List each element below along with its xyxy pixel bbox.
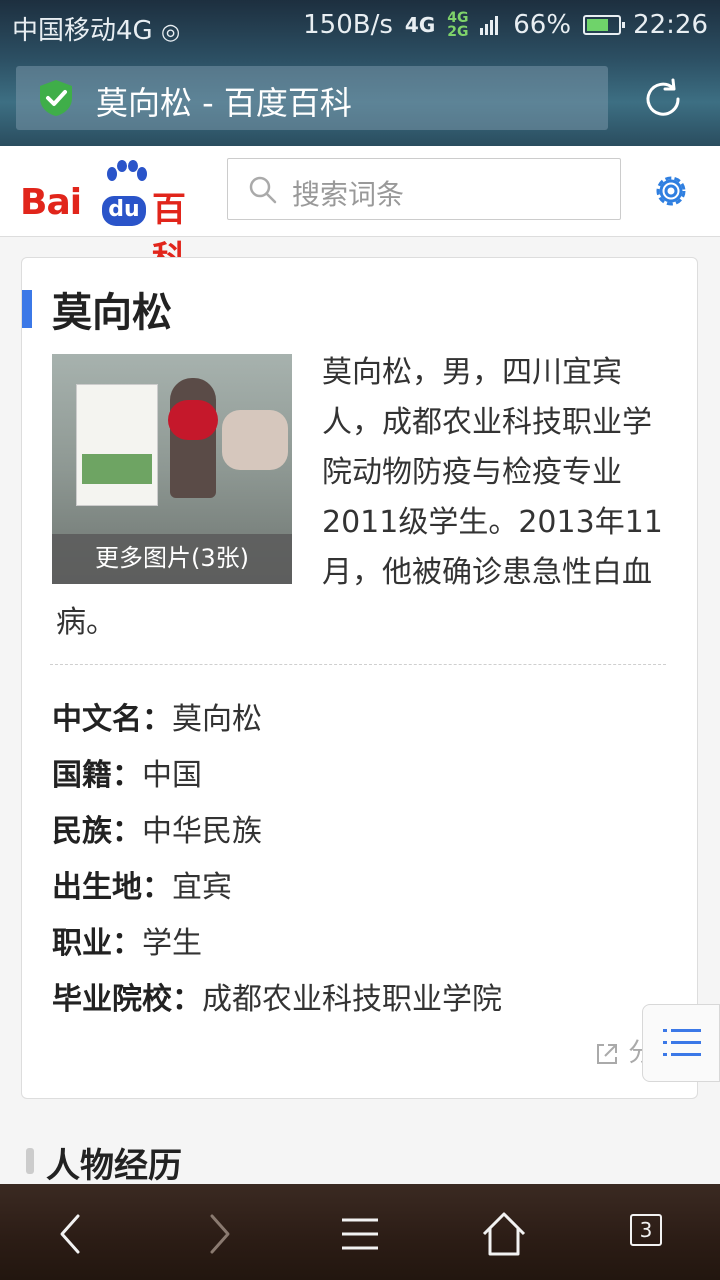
info-value: 中国 xyxy=(142,758,202,793)
info-value: 学生 xyxy=(142,926,202,961)
status-bar: 中国移动4G ◎ 150B/s 4G 4G 2G 66% 22:26 xyxy=(0,0,720,52)
logo-bai-text: Bai xyxy=(20,182,82,223)
table-of-contents-button[interactable] xyxy=(642,1004,720,1082)
forward-icon[interactable] xyxy=(190,1206,246,1262)
info-value: 中华民族 xyxy=(142,814,262,849)
section-bar xyxy=(26,1148,34,1174)
info-key: 毕业院校： xyxy=(52,982,202,1017)
home-icon[interactable] xyxy=(476,1206,532,1262)
summary-card: 莫向松 莫向松，男，四川宜宾人，成都农业科技职业学院动物防疫与检疫专业2011级… xyxy=(21,257,698,1099)
info-row: 出生地：宜宾 xyxy=(52,862,672,918)
more-images-link[interactable]: 更多图片(3张) xyxy=(52,534,292,584)
battery-icon xyxy=(583,15,626,35)
back-icon[interactable] xyxy=(44,1206,100,1262)
page-title: 莫向松 - 百度百科 xyxy=(96,84,352,122)
article-photo[interactable]: 更多图片(3张) xyxy=(52,354,292,584)
share-icon xyxy=(597,1043,617,1064)
info-row: 中文名：莫向松 xyxy=(52,694,672,750)
browser-top-area: 中国移动4G ◎ 150B/s 4G 4G 2G 66% 22:26 莫向松 -… xyxy=(0,0,720,146)
info-row: 民族：中华民族 xyxy=(52,806,672,862)
info-value: 莫向松 xyxy=(172,702,262,737)
list-icon xyxy=(663,1029,701,1056)
carrier-label: 中国移动4G ◎ xyxy=(12,10,180,47)
info-row: 职业：学生 xyxy=(52,918,672,974)
network-sub-label: 4G 2G xyxy=(447,10,469,40)
search-icon xyxy=(249,176,277,204)
paw-icon xyxy=(107,160,147,181)
browser-toolbar: 3 xyxy=(0,1184,720,1280)
secure-shield-icon xyxy=(40,80,72,116)
tabs-button[interactable]: 3 xyxy=(630,1214,662,1246)
search-input[interactable]: 搜索词条 xyxy=(227,158,621,220)
info-key: 职业： xyxy=(52,926,142,961)
info-key: 民族： xyxy=(52,814,142,849)
logo-du-text: du xyxy=(102,196,146,226)
clock: 22:26 xyxy=(633,10,708,40)
hotspot-icon: ◎ xyxy=(160,20,181,45)
info-value: 宜宾 xyxy=(172,870,232,905)
info-key: 中文名： xyxy=(52,702,172,737)
baike-header: Bai du 百科 搜索词条 xyxy=(0,146,720,279)
speed-text: 150B/s xyxy=(303,10,393,40)
info-list: 中文名：莫向松 国籍：中国 民族：中华民族 出生地：宜宾 职业：学生 毕业院校：… xyxy=(52,694,672,1030)
info-key: 国籍： xyxy=(52,758,142,793)
photo-crowd xyxy=(222,410,288,470)
battery-percent: 66% xyxy=(513,10,572,40)
menu-icon[interactable] xyxy=(332,1206,388,1262)
baidu-baike-logo[interactable]: Bai du 百科 xyxy=(18,160,208,279)
search-placeholder: 搜索词条 xyxy=(292,178,405,211)
gear-icon[interactable] xyxy=(650,170,692,212)
carrier-text: 中国移动4G xyxy=(12,16,153,46)
section-title: 人物经历 xyxy=(46,1146,182,1186)
info-row: 国籍：中国 xyxy=(52,750,672,806)
url-bar[interactable]: 莫向松 - 百度百科 xyxy=(16,66,608,130)
dashed-divider xyxy=(50,664,666,665)
info-value: 成都农业科技职业学院 xyxy=(202,982,502,1017)
info-key: 出生地： xyxy=(52,870,172,905)
status-right: 150B/s 4G 4G 2G 66% 22:26 xyxy=(303,10,708,40)
info-row: 毕业院校：成都农业科技职业学院 xyxy=(52,974,672,1030)
refresh-icon[interactable] xyxy=(640,76,686,122)
title-accent-bar xyxy=(22,290,32,328)
signal-icon xyxy=(480,16,499,35)
photo-poster xyxy=(76,384,158,506)
network-4g-label: 4G xyxy=(404,13,436,37)
photo-roses xyxy=(168,400,218,440)
photo-grass xyxy=(82,454,152,484)
article-title: 莫向松 xyxy=(52,290,172,336)
